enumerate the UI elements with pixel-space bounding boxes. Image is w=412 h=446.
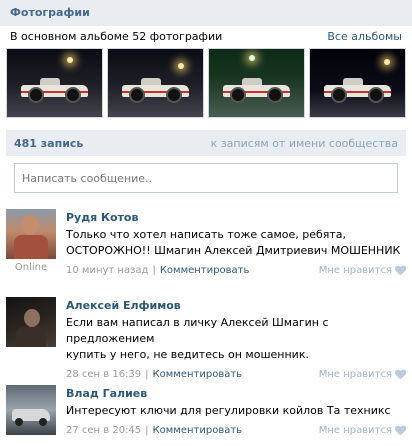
meta-separator: | bbox=[145, 425, 149, 436]
like-label: Мне нравится bbox=[318, 369, 392, 380]
comment-link[interactable]: Комментировать bbox=[153, 425, 243, 436]
all-albums-link[interactable]: Все альбомы bbox=[327, 30, 402, 43]
post-author[interactable]: Рудя Котов bbox=[66, 209, 406, 227]
wall-post: Online Рудя Котов Только что хотел напис… bbox=[6, 209, 406, 276]
post-composer-input[interactable]: Написать сообщение.. bbox=[14, 163, 398, 193]
photos-subbar: В основном альбоме 52 фотографии Все аль… bbox=[0, 26, 412, 46]
comment-link[interactable]: Комментировать bbox=[160, 265, 250, 276]
community-posts-link[interactable]: к записям от имени сообщества bbox=[211, 137, 398, 150]
photos-title[interactable]: Фотографии bbox=[10, 6, 90, 19]
post-time[interactable]: 10 минут назад bbox=[66, 265, 148, 276]
heart-icon bbox=[395, 266, 406, 276]
online-status: Online bbox=[14, 262, 48, 273]
post-meta: 28 сен в 16:39 | Комментировать Мне нрав… bbox=[66, 369, 406, 380]
photo-strip bbox=[6, 48, 406, 118]
heart-icon bbox=[395, 370, 406, 380]
car-night-photo[interactable] bbox=[6, 48, 103, 118]
avatar[interactable] bbox=[6, 297, 56, 347]
wall-post-count[interactable]: 481 запись bbox=[14, 137, 83, 150]
like-label: Мне нравится bbox=[318, 265, 392, 276]
post-text-line: купить у него, не ведитесь он мошенник. bbox=[66, 348, 309, 361]
wall-header: 481 запись к записям от имени сообщества bbox=[6, 130, 406, 156]
avatar[interactable] bbox=[6, 385, 56, 435]
photos-header[interactable]: Фотографии bbox=[0, 0, 412, 26]
car-night-photo[interactable] bbox=[107, 48, 204, 118]
post-text-line: Только что хотел написать тоже самое, ре… bbox=[66, 228, 347, 241]
post-text-line: Интересуют ключи для регулировки койлов … bbox=[66, 404, 391, 417]
post-meta: 10 минут назад | Комментировать Мне нрав… bbox=[66, 265, 406, 276]
post-time[interactable]: 27 сен в 20:45 bbox=[66, 425, 141, 436]
meta-separator: | bbox=[152, 265, 156, 276]
post-text: Только что хотел написать тоже самое, ре… bbox=[66, 227, 406, 259]
album-summary: В основном альбоме 52 фотографии bbox=[10, 29, 223, 43]
wall-post: Алексей Елфимов Если вам написал в личку… bbox=[6, 297, 406, 380]
like-label: Мне нравится bbox=[318, 425, 392, 436]
wall-post: Влад Галиев Интересуют ключи для регулир… bbox=[6, 385, 406, 436]
heart-icon bbox=[395, 426, 406, 436]
comment-link[interactable]: Комментировать bbox=[153, 369, 243, 380]
post-text: Если вам написал в личку Алексей Шмагин … bbox=[66, 315, 406, 363]
post-time[interactable]: 28 сен в 16:39 bbox=[66, 369, 141, 380]
car-street-night-photo[interactable] bbox=[309, 48, 406, 118]
post-author[interactable]: Влад Галиев bbox=[66, 385, 406, 403]
post-text-line: Если вам написал в личку Алексей Шмагин … bbox=[66, 316, 329, 345]
post-meta: 27 сен в 20:45 | Комментировать Мне нрав… bbox=[66, 425, 406, 436]
meta-separator: | bbox=[145, 369, 149, 380]
car-gas-station-photo[interactable] bbox=[208, 48, 305, 118]
composer-placeholder: Написать сообщение.. bbox=[22, 171, 153, 185]
like-button[interactable]: Мне нравится bbox=[319, 369, 406, 380]
like-button[interactable]: Мне нравится bbox=[319, 425, 406, 436]
post-text: Интересуют ключи для регулировки койлов … bbox=[66, 403, 406, 419]
post-text-line: ОСТОРОЖНО!! Шмагин Алексей Дмитриевич МО… bbox=[66, 244, 401, 257]
like-button[interactable]: Мне нравится bbox=[319, 265, 406, 276]
post-author[interactable]: Алексей Елфимов bbox=[66, 297, 406, 315]
avatar[interactable] bbox=[6, 209, 56, 259]
